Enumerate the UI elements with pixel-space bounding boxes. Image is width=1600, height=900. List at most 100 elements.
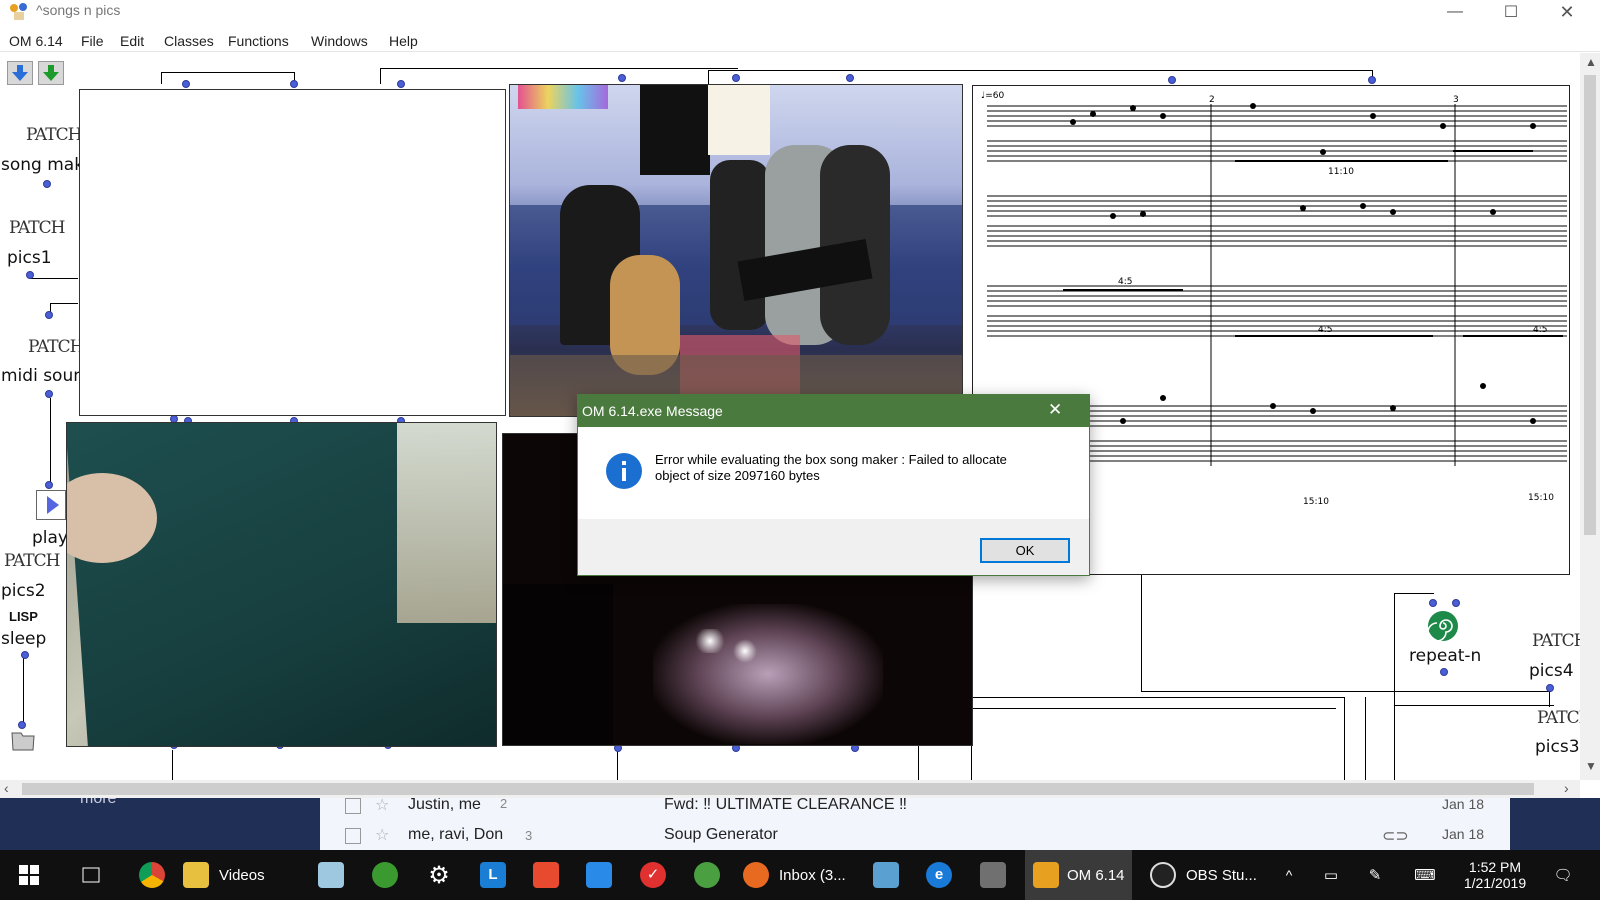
app-taskbar-button[interactable]: L (476, 850, 510, 900)
play-button[interactable] (36, 490, 66, 520)
box-pics2-label[interactable]: pics2 (1, 581, 46, 601)
menu-windows[interactable]: Windows (311, 33, 368, 49)
menu-help[interactable]: Help (389, 33, 418, 49)
checkmark-icon: ✓ (640, 862, 666, 888)
app-icon (533, 862, 559, 888)
patch-icon[interactable]: PATCH (9, 218, 65, 238)
ok-button[interactable]: OK (980, 538, 1070, 563)
obs-taskbar-button[interactable]: OBS Stu... (1150, 850, 1260, 900)
background-email-list: more ☆ Justin, me 2 Fwd: ‼ ULTIMATE CLEA… (0, 798, 1600, 850)
empty-picture-box[interactable] (79, 89, 506, 416)
dialog-titlebar: OM 6.14.exe Message ✕ (578, 395, 1089, 427)
om-taskbar-button[interactable]: OM 6.14 (1025, 850, 1132, 900)
close-button[interactable]: ✕ (1544, 0, 1590, 24)
box-pics3-label[interactable]: pics3 (1535, 737, 1580, 757)
menu-functions[interactable]: Functions (228, 33, 289, 49)
videos-taskbar-button[interactable]: Videos (183, 850, 293, 900)
box-pics1-label[interactable]: pics1 (7, 248, 52, 268)
patch-icon[interactable]: PATCH (1532, 631, 1580, 651)
email-sender: Justin, me (408, 798, 481, 813)
patch-icon[interactable]: PATCH (28, 337, 84, 357)
app-taskbar-button[interactable] (582, 850, 616, 900)
notepad-icon (318, 862, 344, 888)
email-row[interactable]: ☆ me, ravi, Don 3 Soup Generator ⊂⊃ Jan … (320, 824, 1510, 850)
box-repeat-n-label[interactable]: repeat-n (1409, 646, 1481, 666)
vertical-scroll-thumb[interactable] (1584, 75, 1596, 535)
app-taskbar-button[interactable] (869, 850, 903, 900)
box-sleep-label[interactable]: sleep (1, 629, 46, 649)
metal-box-photo[interactable] (66, 422, 497, 747)
email-count: 3 (525, 828, 533, 843)
firefox-icon (743, 862, 769, 888)
spiral-icon[interactable] (1426, 609, 1460, 643)
checkbox-icon[interactable] (345, 828, 361, 844)
inbox-label: Inbox (3... (779, 866, 846, 884)
dialog-body: Error while evaluating the box song make… (578, 427, 1089, 519)
folder-icon[interactable] (9, 727, 37, 753)
patch-icon[interactable]: PATCH (4, 551, 60, 571)
arrow-down-blue-button[interactable] (7, 61, 33, 85)
clock[interactable]: 1:52 PM 1/21/2019 (1455, 850, 1535, 900)
info-icon (606, 453, 642, 489)
window-title: ^songs n pics (36, 2, 121, 18)
maximize-button[interactable]: ☐ (1488, 0, 1534, 24)
task-view-button[interactable] (74, 850, 108, 900)
app-taskbar-button[interactable] (976, 850, 1010, 900)
start-button[interactable] (0, 850, 58, 900)
email-subject: Fwd: ‼ ULTIMATE CLEARANCE ‼ (664, 798, 907, 813)
lisp-icon[interactable]: LISP (9, 609, 38, 624)
arrow-down-green-icon (43, 65, 59, 81)
dialog-message: Error while evaluating the box song make… (655, 452, 1007, 484)
arrow-down-blue-icon (12, 65, 28, 81)
box-pics4-label[interactable]: pics4 (1529, 661, 1574, 681)
battery-icon[interactable]: ▭ (1318, 850, 1344, 900)
scroll-right-icon[interactable]: › (1564, 780, 1569, 796)
email-sender: me, ravi, Don (408, 826, 504, 843)
notifications-icon[interactable]: 🗨 (1546, 850, 1580, 900)
email-more-link[interactable]: more (80, 798, 116, 808)
clock-time: 1:52 PM (1468, 859, 1522, 875)
app-taskbar-button[interactable] (690, 850, 724, 900)
scroll-left-icon[interactable]: ‹ (4, 780, 9, 796)
band-photo[interactable] (509, 84, 963, 417)
keyboard-icon[interactable]: ⌨ (1408, 850, 1442, 900)
settings-taskbar-button[interactable]: ⚙ (422, 850, 456, 900)
tray-expand-button[interactable]: ^ (1277, 850, 1301, 900)
app-icon (372, 862, 398, 888)
edge-icon: e (926, 862, 952, 888)
menu-om[interactable]: OM 6.14 (9, 33, 63, 49)
box-play-label[interactable]: play (32, 528, 68, 548)
patch-icon[interactable]: PATCH (26, 125, 82, 145)
checkbox-icon[interactable] (345, 798, 361, 814)
menu-edit[interactable]: Edit (120, 33, 144, 49)
pen-icon[interactable]: ✎ (1362, 850, 1388, 900)
inbox-taskbar-button[interactable]: Inbox (3... (743, 850, 853, 900)
app-taskbar-button[interactable] (529, 850, 563, 900)
scroll-down-icon[interactable]: ▼ (1585, 759, 1597, 773)
chrome-icon (139, 862, 165, 888)
gear-icon: ⚙ (428, 861, 450, 889)
app-taskbar-button[interactable]: ✓ (636, 850, 670, 900)
star-icon[interactable]: ☆ (375, 825, 389, 845)
email-row[interactable]: ☆ Justin, me 2 Fwd: ‼ ULTIMATE CLEARANCE… (320, 798, 1510, 818)
horizontal-scroll-thumb[interactable] (22, 783, 1534, 795)
arrow-down-green-button[interactable] (38, 61, 64, 85)
app-icon (694, 862, 720, 888)
app-icon (873, 862, 899, 888)
horizontal-scrollbar[interactable]: ‹ › (0, 780, 1580, 798)
patch-icon[interactable]: PATCH (1537, 708, 1580, 728)
app-taskbar-button[interactable] (314, 850, 348, 900)
obs-icon (1150, 862, 1176, 888)
app-taskbar-button[interactable] (368, 850, 402, 900)
edge-taskbar-button[interactable]: e (922, 850, 956, 900)
scroll-up-icon[interactable]: ▲ (1585, 55, 1597, 69)
window-titlebar: ^songs n pics — ☐ ✕ (0, 0, 1600, 24)
dialog-close-button[interactable]: ✕ (1048, 400, 1062, 420)
star-icon[interactable]: ☆ (375, 798, 389, 815)
chrome-taskbar-button[interactable] (135, 850, 169, 900)
menu-classes[interactable]: Classes (164, 33, 214, 49)
menu-file[interactable]: File (81, 33, 104, 49)
attachment-icon: ⊂⊃ (1382, 828, 1409, 845)
vertical-scrollbar[interactable]: ▲ ▼ (1580, 53, 1600, 780)
minimize-button[interactable]: — (1432, 0, 1478, 24)
